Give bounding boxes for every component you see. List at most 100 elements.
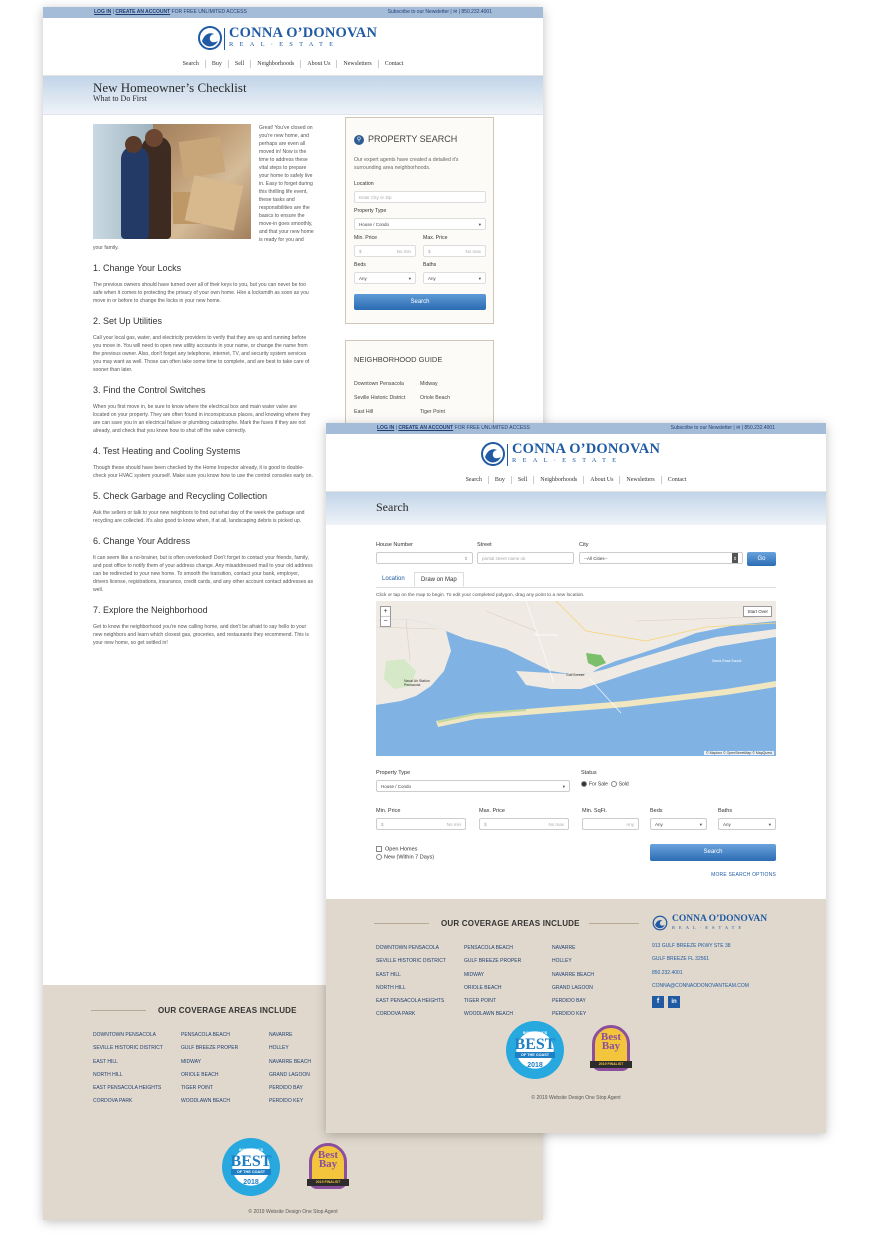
coverage-link[interactable]: GRAND LAGOON: [269, 1069, 319, 1082]
coverage-link[interactable]: SEVILLE HISTORIC DISTRICT: [376, 955, 464, 968]
coverage-link[interactable]: TIGER POINT: [181, 1082, 269, 1095]
nav-newsletters[interactable]: Newsletters: [619, 476, 660, 484]
coverage-link[interactable]: NORTH HILL: [93, 1069, 181, 1082]
min-price-input[interactable]: $ No min: [376, 818, 466, 830]
open-homes-checkbox[interactable]: Open Homes: [376, 846, 417, 852]
draw-map[interactable]: Pensacola Bay Gulf Breeze Santa Rosa Sou…: [376, 601, 776, 756]
neighborhood-link[interactable]: Midway: [420, 377, 486, 391]
newsletter-link[interactable]: Subscribe to our Newsletter: [388, 9, 449, 15]
coverage-link[interactable]: SEVILLE HISTORIC DISTRICT: [93, 1042, 181, 1055]
coverage-link[interactable]: MIDWAY: [464, 969, 552, 982]
more-search-options-link[interactable]: MORE SEARCH OPTIONS: [711, 872, 776, 878]
logo[interactable]: CONNA O’DONOVAN REAL·ESTATE: [198, 25, 388, 51]
nav-contact[interactable]: Contact: [377, 60, 410, 68]
neighborhood-link[interactable]: East Hill: [354, 405, 420, 419]
coverage-link[interactable]: HOLLEY: [269, 1042, 319, 1055]
footer-logo[interactable]: CONNA O’DONOVAN REAL·ESTATE: [652, 913, 772, 933]
coverage-link[interactable]: PERDIDO BAY: [269, 1082, 319, 1095]
min-sqft-input[interactable]: Any: [582, 818, 639, 830]
create-account-link[interactable]: CREATE AN ACCOUNT: [115, 9, 170, 15]
facebook-icon[interactable]: f: [652, 996, 664, 1008]
sold-radio[interactable]: [610, 781, 617, 787]
search-button[interactable]: Search: [354, 294, 486, 310]
create-account-link[interactable]: CREATE AN ACCOUNT: [398, 425, 453, 431]
coverage-link[interactable]: NAVARRE: [552, 942, 622, 955]
coverage-link[interactable]: GULF BREEZE PROPER: [464, 955, 552, 968]
nav-sell[interactable]: Sell: [227, 60, 250, 68]
coverage-link[interactable]: PENSACOLA BEACH: [464, 942, 552, 955]
nav-contact[interactable]: Contact: [660, 476, 693, 484]
phone-link[interactable]: 850.232.4001: [652, 967, 749, 980]
neighborhood-link[interactable]: Seville Historic District: [354, 391, 420, 405]
coverage-link[interactable]: EAST PENSACOLA HEIGHTS: [376, 995, 464, 1008]
tab-draw-on-map[interactable]: Draw on Map: [414, 572, 464, 587]
coverage-link[interactable]: GULF BREEZE PROPER: [181, 1042, 269, 1055]
baths-select[interactable]: Any ▾: [423, 272, 486, 284]
coverage-link[interactable]: CORDOVA PARK: [93, 1095, 181, 1108]
coverage-link[interactable]: NAVARRE BEACH: [552, 969, 622, 982]
coverage-link[interactable]: ORIOLE BEACH: [464, 982, 552, 995]
map-attribution[interactable]: © Mapbox © OpenStreetMap © MapQuest: [704, 751, 774, 755]
coverage-link[interactable]: EAST HILL: [93, 1056, 181, 1069]
nav-buy[interactable]: Buy: [487, 476, 511, 484]
coverage-link[interactable]: DOWNTOWN PENSACOLA: [376, 942, 464, 955]
location-input[interactable]: Enter City or Zip: [354, 191, 486, 203]
beds-select[interactable]: Any ▾: [650, 818, 707, 830]
coverage-link[interactable]: WOODLAWN BEACH: [181, 1095, 269, 1108]
coverage-link[interactable]: ORIOLE BEACH: [181, 1069, 269, 1082]
logo[interactable]: CONNA O’DONOVAN REAL·ESTATE: [481, 441, 671, 467]
email-link[interactable]: CONNA@CONNAODONOVANTEAM.COM: [652, 980, 749, 993]
nav-about[interactable]: About Us: [583, 476, 619, 484]
start-over-button[interactable]: Start Over: [743, 606, 772, 617]
nav-neighborhoods[interactable]: Neighborhoods: [533, 476, 583, 484]
phone-number[interactable]: 850.232.4001: [461, 9, 492, 15]
coverage-link[interactable]: EAST HILL: [376, 969, 464, 982]
property-type-select[interactable]: House / Condo ▾: [376, 780, 570, 792]
baths-select[interactable]: Any ▾: [718, 818, 776, 830]
for-sale-radio[interactable]: [581, 781, 587, 787]
nav-sell[interactable]: Sell: [510, 476, 533, 484]
neighborhood-link[interactable]: Oriole Beach: [420, 391, 486, 405]
tab-location[interactable]: Location: [376, 572, 411, 587]
nav-neighborhoods[interactable]: Neighborhoods: [250, 60, 300, 68]
zoom-out-button[interactable]: −: [383, 618, 387, 625]
mail-icon[interactable]: ✉: [453, 9, 457, 15]
coverage-link[interactable]: CORDOVA PARK: [376, 1008, 464, 1021]
zoom-in-button[interactable]: +: [381, 607, 390, 617]
coverage-link[interactable]: EAST PENSACOLA HEIGHTS: [93, 1082, 181, 1095]
go-button[interactable]: Go: [747, 552, 776, 566]
neighborhood-link[interactable]: Tiger Point: [420, 405, 486, 419]
max-price-input[interactable]: $ No max: [479, 818, 569, 830]
coverage-link[interactable]: NORTH HILL: [376, 982, 464, 995]
coverage-link[interactable]: PENSACOLA BEACH: [181, 1029, 269, 1042]
nav-search[interactable]: Search: [460, 476, 488, 484]
property-type-select[interactable]: House / Condo ▾: [354, 218, 486, 230]
max-price-input[interactable]: $ No max: [423, 245, 486, 257]
phone-number[interactable]: 850.232.4001: [744, 425, 775, 431]
nav-search[interactable]: Search: [177, 60, 205, 68]
coverage-link[interactable]: PERDIDO BAY: [552, 995, 622, 1008]
login-link[interactable]: LOG IN: [94, 9, 111, 15]
coverage-link[interactable]: PERDIDO KEY: [269, 1095, 319, 1108]
new-7-days-checkbox[interactable]: New (Within 7 Days): [376, 854, 434, 860]
beds-select[interactable]: Any ▾: [354, 272, 416, 284]
coverage-link[interactable]: DOWNTOWN PENSACOLA: [93, 1029, 181, 1042]
mail-icon[interactable]: ✉: [736, 425, 740, 431]
search-button[interactable]: Search: [650, 844, 776, 861]
city-select[interactable]: --All Cities-- ⇕: [579, 552, 743, 564]
street-input[interactable]: partial street name ok: [477, 552, 574, 564]
min-price-input[interactable]: $ No min: [354, 245, 416, 257]
coverage-link[interactable]: WOODLAWN BEACH: [464, 1008, 552, 1021]
house-number-stepper[interactable]: ⇕: [376, 552, 473, 564]
nav-newsletters[interactable]: Newsletters: [336, 60, 377, 68]
coverage-link[interactable]: HOLLEY: [552, 955, 622, 968]
nav-buy[interactable]: Buy: [204, 60, 228, 68]
neighborhood-link[interactable]: Downtown Pensacola: [354, 377, 420, 391]
newsletter-link[interactable]: Subscribe to our Newsletter: [671, 425, 732, 431]
coverage-link[interactable]: NAVARRE BEACH: [269, 1056, 319, 1069]
linkedin-icon[interactable]: in: [668, 996, 680, 1008]
login-link[interactable]: LOG IN: [377, 425, 394, 431]
nav-about[interactable]: About Us: [300, 60, 336, 68]
coverage-link[interactable]: MIDWAY: [181, 1056, 269, 1069]
coverage-link[interactable]: NAVARRE: [269, 1029, 319, 1042]
